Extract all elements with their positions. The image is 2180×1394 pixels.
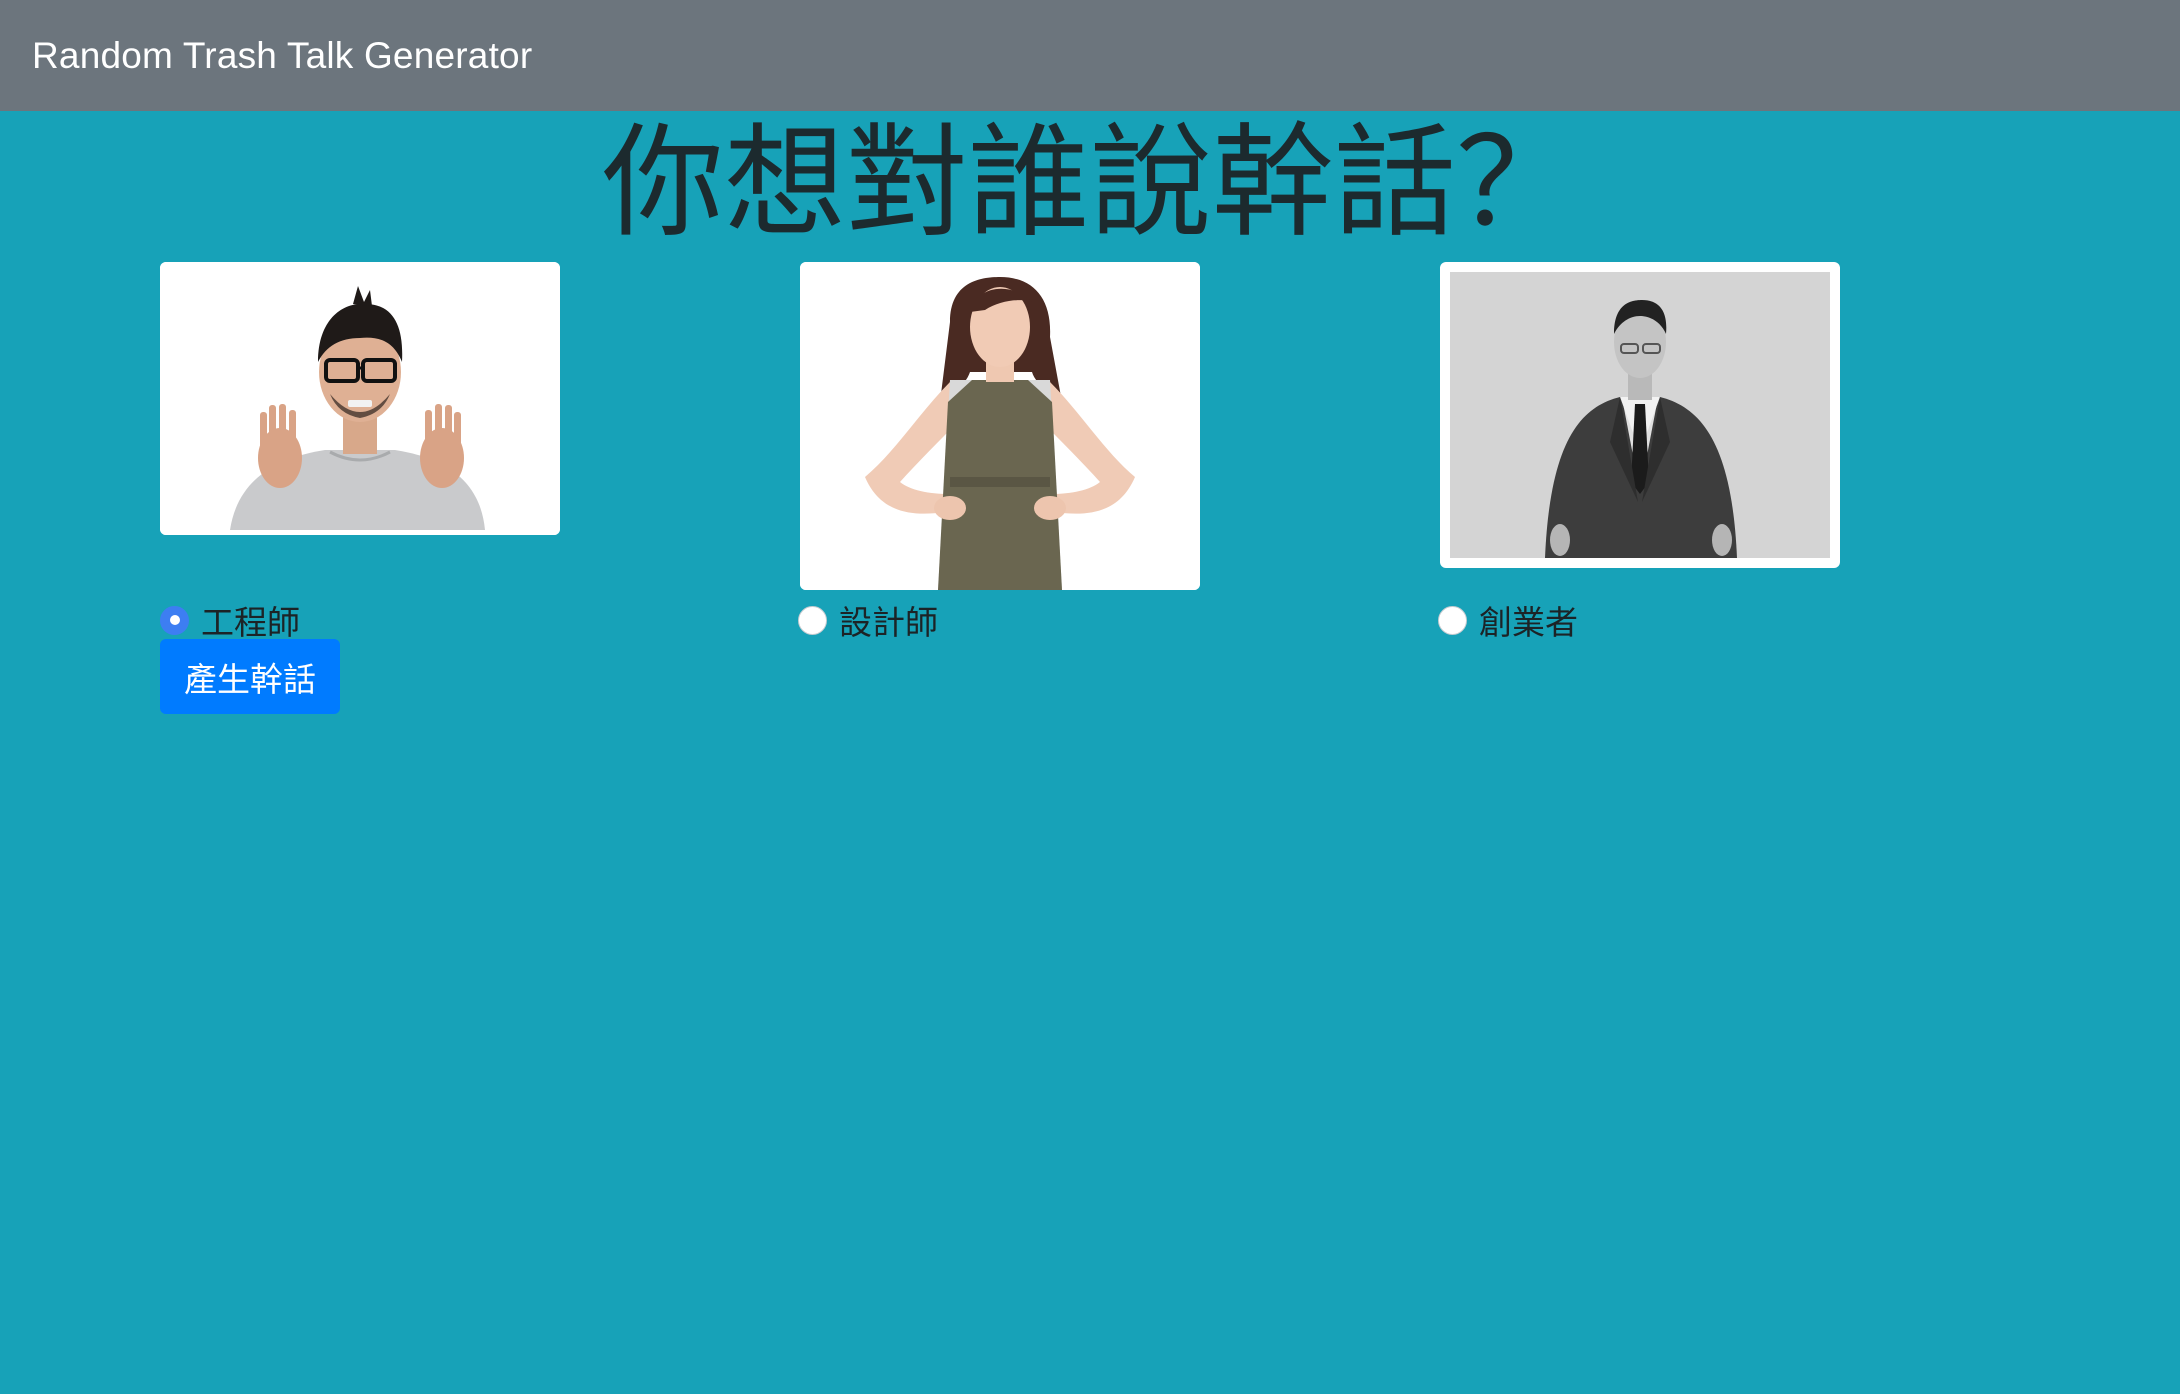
entrepreneur-label: 創業者 [1479,603,1578,642]
engineer-card[interactable] [160,262,560,535]
engineer-label: 工程師 [201,603,300,642]
option-entrepreneur[interactable]: 創業者 [1438,596,1578,644]
designer-label: 設計師 [839,603,938,642]
entrepreneur-radio[interactable] [1438,605,1467,635]
designer-radio[interactable] [798,605,827,635]
generate-button[interactable]: 產生幹話 [160,639,340,714]
navbar: Random Trash Talk Generator [0,0,2180,111]
entrepreneur-card[interactable] [1440,262,1840,568]
page-title: 你想對誰說幹話？ [602,112,1578,254]
option-engineer[interactable]: 工程師 [160,596,300,644]
designer-photo [800,262,1200,590]
navbar-brand[interactable]: Random Trash Talk Generator [32,35,532,77]
designer-card[interactable] [800,262,1200,590]
engineer-radio[interactable] [160,605,189,635]
entrepreneur-photo [1450,272,1830,558]
engineer-photo [160,262,560,535]
option-designer[interactable]: 設計師 [798,596,938,644]
